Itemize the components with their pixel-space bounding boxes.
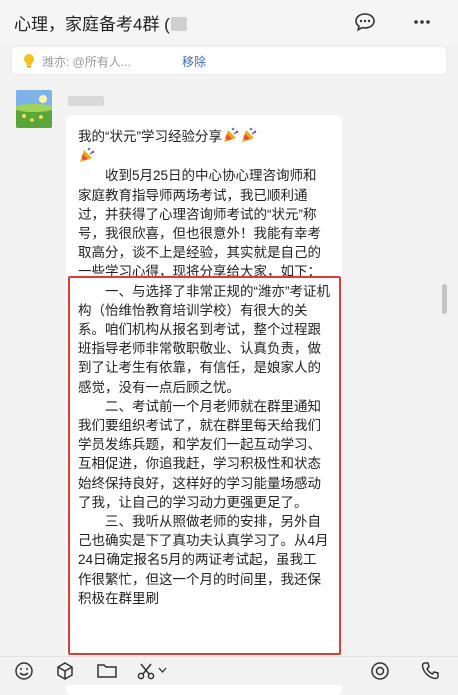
group-title: 心理，家庭备考4群 ( (14, 10, 187, 35)
avatar-image (16, 90, 52, 128)
phone-icon[interactable] (420, 661, 440, 681)
party-popper-icon (80, 147, 95, 163)
message-text: 我的“状元”学习经验分享 收到5月25日的中心协心理咨询师和家庭教育指导师两场考… (78, 126, 330, 608)
message-paragraph-2: 二、考试前一个月老师就在群里通知我们要组织考试了，就在群里每天给我们学员发练兵题… (78, 398, 321, 510)
chevron-down-icon[interactable] (158, 667, 167, 673)
message-heading-text: 我的“状元”学习经验分享 (78, 129, 222, 144)
party-popper-icon (242, 127, 257, 142)
party-popper-icon (224, 127, 239, 142)
chat-header: 心理，家庭备考4群 ( (0, 0, 458, 44)
message-heading: 我的“状元”学习经验分享 (78, 126, 330, 166)
blurred-group-count (170, 17, 187, 31)
input-toolbar (0, 656, 458, 685)
scissors-icon[interactable] (136, 661, 156, 681)
more-icon[interactable] (412, 12, 432, 32)
chat-bubble-icon[interactable] (354, 12, 376, 32)
record-icon[interactable] (370, 661, 390, 681)
lightbulb-icon (24, 54, 34, 68)
message-paragraph-intro: 收到5月25日的中心协心理咨询师和家庭教育指导师两场考试，我已顺利通过，并获得了… (78, 168, 321, 280)
group-notice-bar[interactable]: 潍亦: @所有人... 移除 (12, 47, 446, 74)
message-paragraph-3: 三、我听从照做老师的安排，另外自己也确实是下了真功夫认真学习了。从4月24日确定… (78, 514, 329, 606)
sender-name-blurred (68, 96, 104, 106)
scrollbar-thumb[interactable] (442, 284, 447, 314)
package-icon[interactable] (55, 661, 75, 681)
group-title-text: 心理，家庭备考4群 ( (14, 15, 170, 34)
message-paragraph-1: 一、与选择了非常正规的“潍亦”考证机构（怡维怡教育培训学校）有很大的关系。咱们机… (78, 283, 330, 395)
notice-remove-button[interactable]: 移除 (182, 53, 206, 70)
folder-icon[interactable] (96, 661, 118, 681)
avatar[interactable] (16, 90, 52, 128)
message-bubble[interactable]: 我的“状元”学习经验分享 收到5月25日的中心协心理咨询师和家庭教育指导师两场考… (66, 115, 342, 695)
emoji-icon[interactable] (14, 661, 34, 681)
notice-text: 潍亦: @所有人... (42, 55, 131, 69)
